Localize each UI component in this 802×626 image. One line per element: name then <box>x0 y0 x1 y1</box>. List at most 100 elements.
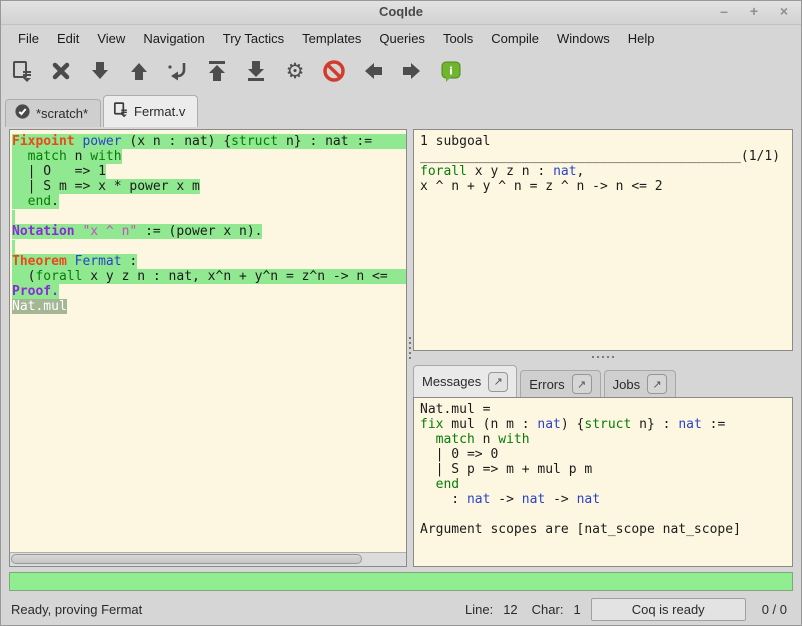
char-value: 1 <box>573 602 580 617</box>
arrow-right-icon <box>400 59 424 83</box>
toolbar: ⚙ i <box>1 51 801 91</box>
window-title: CoqIde <box>1 4 801 19</box>
detach-button[interactable]: ↗ <box>647 374 667 394</box>
close-buffer-button[interactable] <box>48 57 74 85</box>
arrow-up-icon <box>127 59 151 83</box>
make-button[interactable]: ⚙ <box>282 57 308 85</box>
prohibition-icon <box>322 59 346 83</box>
maximize-button[interactable]: + <box>747 3 761 19</box>
menu-item-file[interactable]: File <box>9 28 48 49</box>
code-line: Nat.mul = <box>420 402 786 417</box>
code-line: match n with <box>420 432 786 447</box>
code-line: | S m => x * power x m <box>12 179 406 194</box>
horizontal-scrollbar <box>10 552 406 566</box>
title-bar[interactable]: CoqIde – + × <box>1 1 801 25</box>
arrow-down-icon <box>88 59 112 83</box>
step-forward-button[interactable] <box>87 57 113 85</box>
code-line: match n with <box>12 149 406 164</box>
message-notebook: Messages ↗ Errors ↗ Jobs ↗ Nat.mul =fix … <box>413 363 793 567</box>
menu-item-navigation[interactable]: Navigation <box>134 28 213 49</box>
svg-text:i: i <box>449 65 453 78</box>
save-button[interactable] <box>9 57 35 85</box>
close-x-icon <box>49 59 73 83</box>
menu-item-templates[interactable]: Templates <box>293 28 370 49</box>
minimize-button[interactable]: – <box>717 3 731 19</box>
line-label: Line: <box>465 602 493 617</box>
line-value: 12 <box>503 602 517 617</box>
curved-arrow-icon <box>166 59 190 83</box>
next-button[interactable] <box>399 57 425 85</box>
status-message: Ready, proving Fermat <box>11 602 451 617</box>
tab-label: Jobs <box>613 377 640 392</box>
go-to-end-button[interactable] <box>243 57 269 85</box>
status-bar: Ready, proving Fermat Line: 12 Char: 1 C… <box>1 593 801 625</box>
menu-item-help[interactable]: Help <box>619 28 664 49</box>
message-tab-bar: Messages ↗ Errors ↗ Jobs ↗ <box>413 363 793 397</box>
save-icon <box>10 59 34 83</box>
window-controls: – + × <box>717 3 791 19</box>
arrow-down-to-bar-icon <box>244 59 268 83</box>
menu-item-queries[interactable]: Queries <box>370 28 434 49</box>
scrollbar-thumb[interactable] <box>11 554 362 564</box>
progress-bar <box>9 572 793 591</box>
tab-label: *scratch* <box>36 106 88 121</box>
char-label: Char: <box>532 602 564 617</box>
code-line: end <box>420 477 786 492</box>
menu-item-edit[interactable]: Edit <box>48 28 88 49</box>
code-line: (forall x y z n : nat, x^n + y^n = z^n -… <box>12 269 406 284</box>
status-right: Line: 12 Char: 1 Coq is ready 0 / 0 <box>451 598 791 621</box>
code-line: : nat -> nat -> nat <box>420 492 786 507</box>
code-line: | S p => m + mul p m <box>420 462 786 477</box>
menu-bar: FileEditViewNavigationTry TacticsTemplat… <box>1 25 801 51</box>
menu-item-view[interactable]: View <box>88 28 134 49</box>
code-line: Proof. <box>12 284 406 299</box>
previous-button[interactable] <box>360 57 386 85</box>
code-line <box>12 209 406 224</box>
right-column: 1 subgoal_______________________________… <box>413 129 793 567</box>
menu-item-compile[interactable]: Compile <box>482 28 548 49</box>
code-line: end. <box>12 194 406 209</box>
coqide-window: CoqIde – + × FileEditViewNavigationTry T… <box>0 0 802 626</box>
tab-errors[interactable]: Errors ↗ <box>520 370 600 397</box>
about-button[interactable]: i <box>438 57 464 85</box>
interrupt-button[interactable] <box>321 57 347 85</box>
code-line: Nat.mul <box>12 299 406 314</box>
code-line <box>420 507 786 522</box>
coq-status: Coq is ready <box>591 598 746 621</box>
goals-panel[interactable]: 1 subgoal_______________________________… <box>413 129 793 351</box>
tab-messages[interactable]: Messages ↗ <box>413 365 517 397</box>
messages-panel[interactable]: Nat.mul =fix mul (n m : nat) {struct n} … <box>413 397 793 567</box>
menu-item-try-tactics[interactable]: Try Tactics <box>214 28 293 49</box>
close-button[interactable]: × <box>777 3 791 19</box>
document-tab-bar: *scratch* Fermat.v <box>1 91 801 127</box>
arrow-up-to-bar-icon <box>205 59 229 83</box>
step-backward-button[interactable] <box>126 57 152 85</box>
tab-label: Errors <box>529 377 564 392</box>
code-line: | O => 1 <box>12 164 406 179</box>
tab-fermat[interactable]: Fermat.v <box>103 95 198 127</box>
script-editor-panel: Fixpoint power (x n : nat) {struct n} : … <box>9 129 407 567</box>
restart-button[interactable] <box>204 57 230 85</box>
code-line <box>12 239 406 254</box>
code-line: 1 subgoal <box>420 134 786 149</box>
code-line: Argument scopes are [nat_scope nat_scope… <box>420 522 786 537</box>
save-page-icon <box>112 101 129 121</box>
horizontal-splitter[interactable] <box>413 351 793 363</box>
code-line: Fixpoint power (x n : nat) {struct n} : … <box>12 134 406 149</box>
detach-arrow-icon: ↗ <box>653 378 662 391</box>
script-editor[interactable]: Fixpoint power (x n : nat) {struct n} : … <box>10 130 406 552</box>
gear-icon: ⚙ <box>286 61 305 82</box>
tab-jobs[interactable]: Jobs ↗ <box>604 370 676 397</box>
arrow-left-icon <box>361 59 385 83</box>
code-line: ________________________________________… <box>420 149 786 164</box>
menu-item-tools[interactable]: Tools <box>434 28 482 49</box>
job-counter: 0 / 0 <box>762 602 787 617</box>
go-to-cursor-button[interactable] <box>165 57 191 85</box>
progress-area <box>1 567 801 593</box>
menu-item-windows[interactable]: Windows <box>548 28 619 49</box>
code-line: Notation "x ^ n" := (power x n). <box>12 224 406 239</box>
detach-button[interactable]: ↗ <box>572 374 592 394</box>
code-line: x ^ n + y ^ n = z ^ n -> n <= 2 <box>420 179 786 194</box>
tab-scratch[interactable]: *scratch* <box>5 99 101 127</box>
detach-button[interactable]: ↗ <box>488 372 508 392</box>
